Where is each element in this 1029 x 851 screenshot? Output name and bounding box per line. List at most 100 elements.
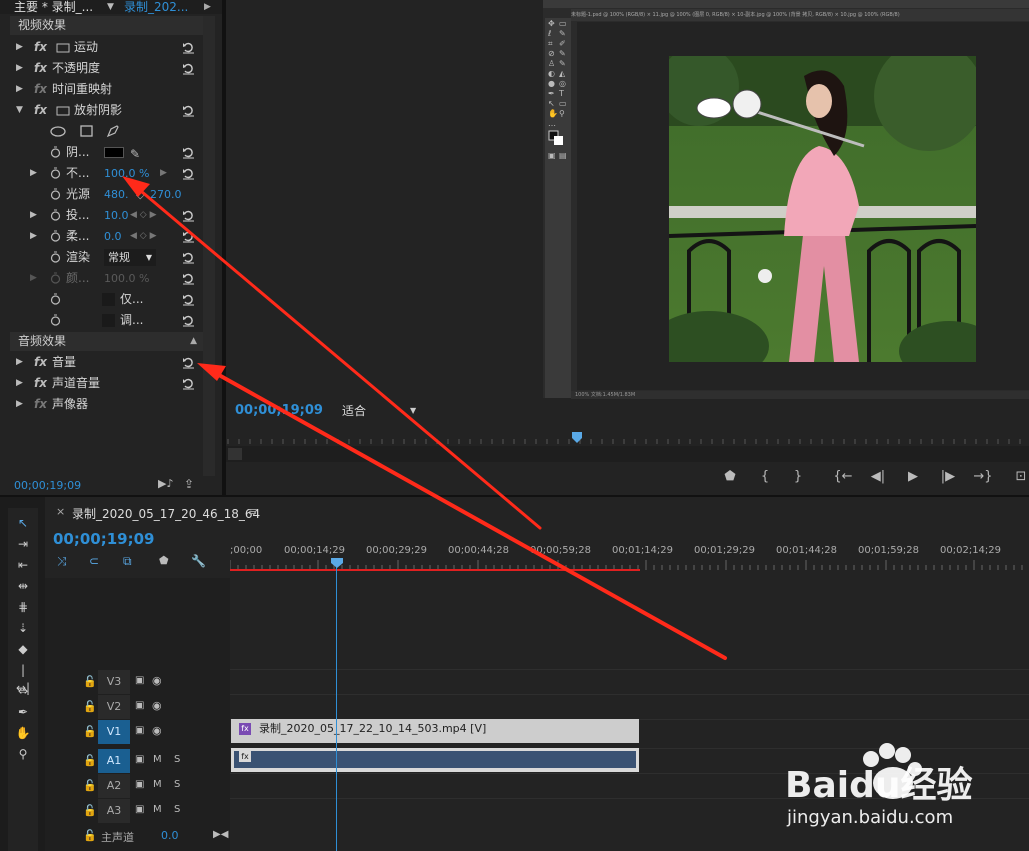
expand-triangle-icon[interactable]: ▶	[30, 205, 40, 226]
track-header-v2[interactable]: 🔓 V2 ▣ ◉	[45, 695, 230, 719]
video-clip[interactable]: fx 录制_2020_05_17_22_10_14_503.mp4 [V]	[231, 719, 639, 743]
keyframe-nav-icon[interactable]: ◀ ◇ ▶	[130, 205, 157, 226]
snap-icon[interactable]: ⊂	[89, 554, 99, 568]
reset-icon[interactable]	[182, 377, 195, 390]
filter-play-icon[interactable]: ▶♪	[158, 477, 173, 490]
slide-tool-icon[interactable]: ⇔	[14, 682, 32, 700]
zoom-handle[interactable]	[228, 448, 242, 460]
fx-icon[interactable]: fx	[34, 373, 47, 394]
expand-triangle-icon[interactable]: ▶	[16, 37, 26, 58]
solo-button[interactable]: S	[174, 779, 180, 790]
stopwatch-icon[interactable]	[50, 293, 61, 305]
effect-row-time-remap[interactable]: ▶ fx 时间重映射	[10, 79, 203, 100]
effect-row-panner[interactable]: ▶ fx 声像器	[10, 394, 203, 415]
keyframe-nav-icon[interactable]: ◀ ◇ ▶	[130, 226, 157, 247]
menu-icon[interactable]: ≡	[248, 505, 257, 518]
param-value[interactable]: 10.0	[104, 205, 129, 226]
hand-tool-icon[interactable]: ✋	[14, 724, 32, 742]
track-target[interactable]: A1	[98, 749, 130, 773]
collapse-up-icon[interactable]: ▲	[190, 332, 197, 351]
expand-triangle-icon[interactable]: ▶	[16, 352, 26, 373]
checkbox[interactable]	[102, 314, 115, 327]
fx-icon[interactable]: fx	[34, 352, 47, 373]
eye-icon[interactable]: ◉	[152, 724, 162, 737]
zoom-tool-icon[interactable]: ⚲	[14, 745, 32, 763]
expand-triangle-icon[interactable]: ▶	[16, 373, 26, 394]
go-to-in-icon[interactable]: {←	[833, 466, 853, 488]
tab-sequence[interactable]: 录制_202...	[124, 0, 188, 14]
effect-row-volume[interactable]: ▶ fx 音量	[10, 352, 203, 373]
reset-icon[interactable]	[182, 272, 195, 285]
selection-tool-icon[interactable]: ↖	[14, 514, 32, 532]
lock-icon[interactable]: 🔓	[83, 725, 97, 738]
eye-icon[interactable]: ◉	[152, 699, 162, 712]
export-frame-icon[interactable]: ⊡	[1011, 466, 1029, 488]
lock-icon[interactable]: 🔓	[83, 804, 97, 817]
expand-triangle-icon[interactable]: ▶	[16, 58, 26, 79]
pen-mask-icon[interactable]	[106, 124, 120, 138]
effect-row-radial-shadow[interactable]: ▼ fx 放射阴影	[10, 100, 203, 121]
track-header-v1[interactable]: 🔓 V1 ▣ ◉	[45, 720, 230, 744]
program-mini-ruler[interactable]	[226, 432, 1029, 446]
collapse-triangle-icon[interactable]: ▼	[16, 100, 26, 121]
track-select-icon[interactable]: ⇥	[14, 535, 32, 553]
reset-icon[interactable]	[182, 104, 195, 117]
rate-stretch-icon[interactable]: ⋕	[14, 598, 32, 616]
stopwatch-icon[interactable]	[50, 167, 61, 179]
fx-icon[interactable]: fx	[34, 58, 47, 79]
nest-icon[interactable]: ⤨	[57, 554, 67, 569]
param-value-x[interactable]: 480.	[104, 184, 129, 205]
lock-icon[interactable]: 🔓	[83, 754, 97, 767]
wrench-icon[interactable]: 🔧	[191, 554, 206, 568]
checkbox[interactable]	[102, 293, 115, 306]
add-marker-icon[interactable]: ⬟	[159, 554, 169, 567]
param-resize-layer[interactable]: 调...	[10, 310, 203, 331]
param-value[interactable]: 100.0 %	[104, 163, 149, 184]
param-projection-distance[interactable]: ▶ 投... 10.0 ◀ ◇ ▶	[10, 205, 203, 226]
mark-out-icon[interactable]: }	[788, 466, 808, 488]
fit-dropdown[interactable]: 适合 ▼	[336, 402, 420, 420]
step-forward-icon[interactable]: |▶	[938, 466, 958, 488]
reset-icon[interactable]	[182, 314, 195, 327]
mute-button[interactable]: M	[153, 804, 162, 815]
reset-icon[interactable]	[182, 209, 195, 222]
lock-icon[interactable]: 🔓	[83, 700, 97, 713]
track-header-master[interactable]: 🔓 主声道 0.0 ▶◀	[45, 824, 230, 848]
go-to-end-icon[interactable]: ▶◀	[213, 829, 228, 840]
stopwatch-icon[interactable]	[50, 314, 61, 326]
lock-icon[interactable]: 🔓	[83, 675, 97, 688]
add-marker-icon[interactable]: ⬟	[720, 466, 740, 488]
playhead-line[interactable]	[336, 560, 337, 851]
param-value-y[interactable]: 270.0	[150, 184, 182, 205]
track-header-a3[interactable]: 🔓 A3 ▣ M S	[45, 799, 230, 823]
ellipse-mask-icon[interactable]	[50, 126, 66, 137]
step-back-icon[interactable]: ◀|	[868, 466, 888, 488]
fx-icon[interactable]: fx	[34, 100, 47, 121]
fx-icon[interactable]: fx	[34, 37, 47, 58]
rolling-edit-icon[interactable]: ⇹	[14, 577, 32, 595]
effect-controls-scrollbar[interactable]	[203, 16, 215, 476]
track-header-a2[interactable]: 🔓 A2 ▣ M S	[45, 774, 230, 798]
effect-row-motion[interactable]: ▶ fx 运动	[10, 37, 203, 58]
expand-triangle-icon[interactable]: ▶	[30, 163, 40, 184]
reset-icon[interactable]	[182, 146, 195, 159]
program-timecode[interactable]: 00;00;19;09	[235, 403, 323, 418]
track-target[interactable]: A2	[98, 774, 130, 798]
render-select[interactable]: 常规 ▼	[104, 249, 156, 266]
play-triangle-icon[interactable]: ▶	[204, 0, 211, 14]
param-opacity[interactable]: ▶ 不... 100.0 % ▶	[10, 163, 203, 184]
sync-lock-icon[interactable]: ▣	[135, 779, 144, 790]
stopwatch-icon[interactable]	[50, 209, 61, 221]
razor-icon[interactable]: ⇣	[14, 619, 32, 637]
eyedropper-icon[interactable]: ✎	[130, 144, 140, 165]
param-shadow-only[interactable]: 仅...	[10, 289, 203, 310]
param-render[interactable]: 渲染 常规 ▼	[10, 247, 203, 268]
master-value[interactable]: 0.0	[161, 829, 179, 842]
stopwatch-icon[interactable]	[50, 251, 61, 263]
track-header-a1[interactable]: 🔓 A1 ▣ M S	[45, 749, 230, 773]
tab-main-source[interactable]: 主要 * 录制_...	[14, 0, 93, 14]
reset-icon[interactable]	[182, 167, 195, 180]
expand-triangle-icon[interactable]: ▶	[30, 268, 40, 289]
stopwatch-icon[interactable]	[50, 188, 61, 200]
audio-clip[interactable]: fx	[231, 748, 639, 772]
